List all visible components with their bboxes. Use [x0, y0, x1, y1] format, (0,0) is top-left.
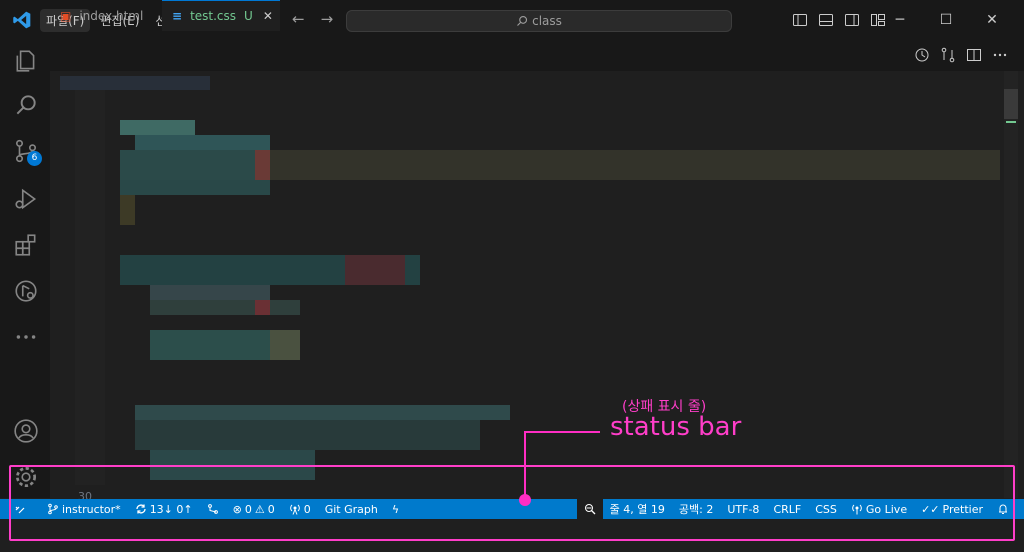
annotation-dot [519, 494, 531, 506]
customize-layout-icon[interactable] [870, 12, 886, 28]
vscode-logo-icon[interactable] [12, 10, 32, 30]
code-block [135, 135, 270, 150]
maximize-icon[interactable]: ☐ [938, 12, 954, 28]
code-editor[interactable] [50, 71, 1024, 498]
layout-controls [792, 12, 886, 28]
scroll-thumb[interactable] [1004, 89, 1018, 119]
activity-bar: 6 [0, 40, 50, 498]
forward-arrow-icon[interactable]: → [321, 10, 334, 28]
remote-explorer-icon[interactable] [13, 278, 39, 304]
explorer-icon[interactable] [13, 48, 39, 74]
command-center-search[interactable]: class [346, 10, 732, 32]
editor-actions [914, 47, 1008, 63]
search-icon [517, 15, 528, 26]
close-tab-icon[interactable]: ✕ [263, 9, 273, 23]
window-controls: ─ ☐ ✕ [892, 12, 1000, 28]
split-editor-icon[interactable] [966, 47, 982, 63]
editor-tab-bar [50, 40, 1024, 71]
back-arrow-icon[interactable]: ← [292, 10, 305, 28]
change-marker [1006, 121, 1016, 123]
tab-index-html[interactable]: ▣ index.html [50, 0, 162, 31]
code-block [120, 195, 135, 225]
minimize-icon[interactable]: ─ [892, 12, 908, 28]
close-window-icon[interactable]: ✕ [984, 12, 1000, 28]
more-actions-icon[interactable] [992, 47, 1008, 63]
nav-arrows: ← → [292, 10, 333, 28]
html5-icon: ▣ [60, 8, 72, 23]
annotation-title: status bar [610, 412, 742, 442]
code-block [150, 285, 270, 300]
css3-icon: ≡ [172, 9, 183, 23]
code-block [135, 405, 510, 420]
source-control-badge: 6 [27, 151, 42, 166]
toggle-primary-sidebar-icon[interactable] [792, 12, 808, 28]
code-block [120, 150, 270, 195]
code-block [255, 300, 270, 315]
tab-test-css[interactable]: ≡ test.css U ✕ [162, 0, 280, 31]
code-block [255, 150, 270, 180]
code-block [270, 330, 300, 360]
untracked-status: U [244, 9, 253, 23]
annotation-leader-horizontal [524, 431, 600, 433]
tab-label: index.html [79, 8, 144, 23]
code-block [120, 120, 195, 135]
extensions-icon[interactable] [13, 232, 39, 258]
compare-changes-icon[interactable] [940, 47, 956, 63]
code-block [60, 76, 210, 90]
code-block [135, 420, 480, 450]
gutter [75, 90, 105, 485]
toggle-panel-icon[interactable] [818, 12, 834, 28]
timeline-history-icon[interactable] [914, 47, 930, 63]
status-bar-highlight-box [9, 465, 1015, 541]
code-block [150, 300, 300, 315]
code-block [345, 255, 405, 285]
accounts-icon[interactable] [13, 418, 39, 444]
search-view-icon[interactable] [13, 92, 39, 118]
search-text: class [532, 14, 562, 28]
tab-label: test.css [190, 9, 237, 23]
editor-scrollbar[interactable] [1004, 71, 1018, 498]
toggle-secondary-sidebar-icon[interactable] [844, 12, 860, 28]
run-debug-icon[interactable] [13, 186, 39, 212]
annotation-leader-vertical [524, 432, 526, 496]
more-views-icon[interactable] [13, 324, 39, 350]
